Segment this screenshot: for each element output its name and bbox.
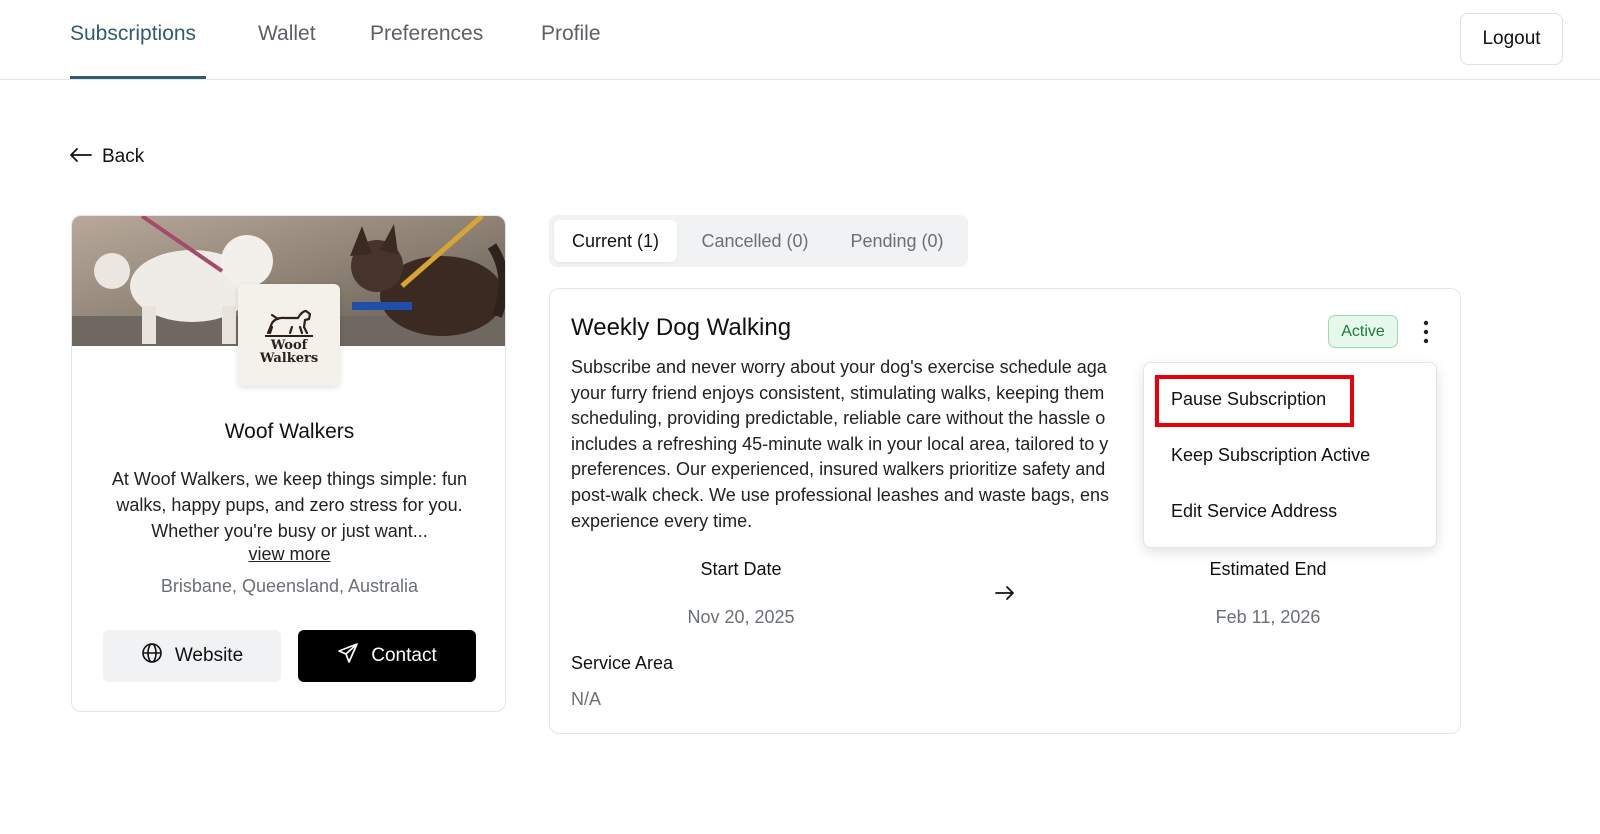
service-area-value: N/A: [571, 689, 602, 709]
website-label: Website: [174, 645, 244, 666]
more-options-icon[interactable]: [1414, 317, 1438, 347]
provider-card: Woof Walkers Woof Walkers At Woof Walker…: [71, 215, 506, 712]
arrow-right-icon: [995, 581, 1015, 607]
provider-logo: Woof Walkers: [238, 284, 340, 386]
subscription-title: Weekly Dog Walking: [571, 314, 792, 341]
provider-description: At Woof Walkers, we keep things simple: …: [111, 469, 468, 541]
provider-location: Brisbane, Queensland, Australia: [160, 576, 419, 596]
website-button[interactable]: Website: [103, 630, 281, 682]
nav-active-indicator: [70, 76, 206, 79]
arrow-left-icon: [70, 146, 92, 168]
menu-item-edit-address[interactable]: Edit Service Address: [1171, 501, 1337, 522]
view-more-link[interactable]: view more: [248, 544, 330, 564]
nav-tab-subscriptions[interactable]: Subscriptions: [70, 22, 196, 46]
tab-cancelled[interactable]: Cancelled (0): [682, 220, 828, 262]
contact-label: Contact: [371, 645, 437, 666]
status-badge: Active: [1328, 315, 1398, 348]
menu-item-pause-subscription[interactable]: Pause Subscription: [1171, 389, 1326, 410]
nav-tab-preferences[interactable]: Preferences: [370, 22, 483, 46]
subscription-tabs: Current (1) Cancelled (0) Pending (0): [549, 215, 968, 267]
top-nav: Subscriptions Wallet Preferences Profile…: [0, 0, 1600, 80]
tab-current[interactable]: Current (1): [554, 220, 677, 262]
contact-button[interactable]: Contact: [298, 630, 476, 682]
menu-item-keep-active[interactable]: Keep Subscription Active: [1171, 445, 1370, 466]
service-area-label: Service Area: [571, 653, 674, 673]
view-more-link-wrap: view more: [72, 544, 505, 565]
nav-tab-profile[interactable]: Profile: [541, 22, 601, 46]
start-date-value: Nov 20, 2025: [687, 607, 795, 627]
subscription-options-menu: Pause Subscription Keep Subscription Act…: [1143, 362, 1437, 548]
end-date-value: Feb 11, 2026: [1215, 607, 1321, 627]
start-date-label: Start Date: [700, 559, 782, 579]
nav-tab-wallet[interactable]: Wallet: [258, 22, 316, 46]
provider-name: Woof Walkers: [224, 420, 355, 443]
end-date-label: Estimated End: [1209, 559, 1327, 579]
globe-icon: [141, 642, 163, 670]
send-icon: [337, 642, 359, 670]
tab-pending[interactable]: Pending (0): [832, 220, 962, 262]
logout-button[interactable]: Logout: [1460, 13, 1563, 65]
dog-logo-icon: [265, 309, 313, 337]
back-label: Back: [102, 146, 145, 167]
logo-wordmark: Woof Walkers: [259, 338, 319, 366]
back-link[interactable]: Back: [70, 146, 144, 168]
